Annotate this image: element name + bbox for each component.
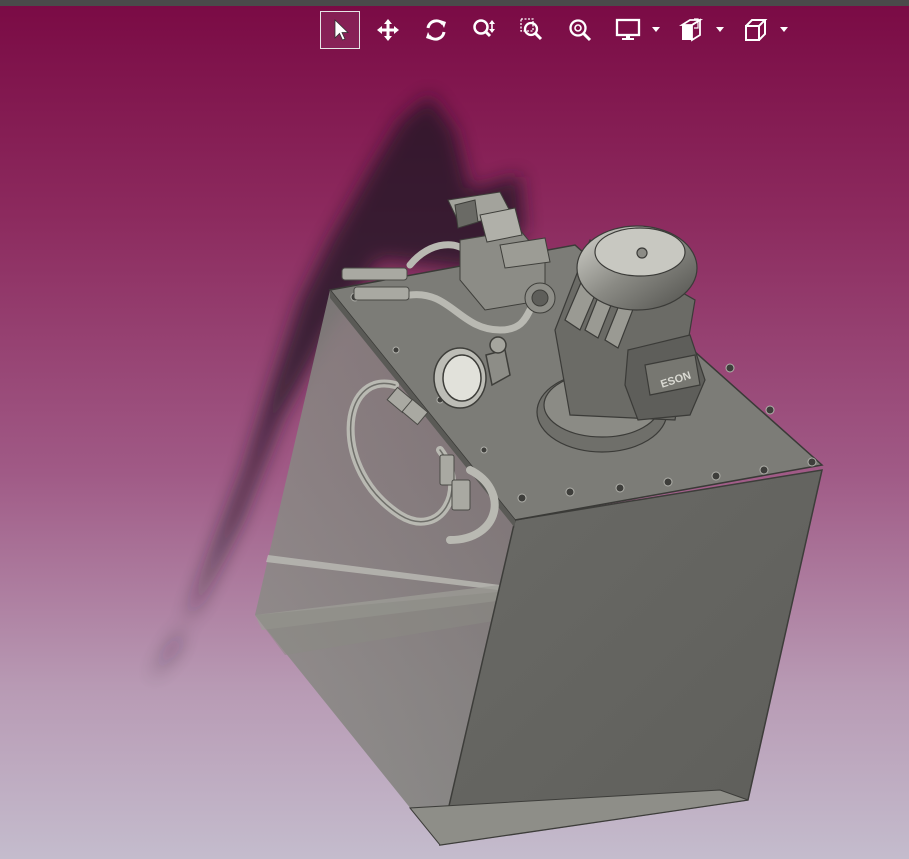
display-mode-dropdown[interactable] — [650, 20, 662, 40]
zoom-updown-icon — [473, 19, 495, 38]
display-mode-button[interactable] — [608, 11, 648, 49]
arrow-cursor-icon — [334, 19, 349, 41]
rotate-tool-button[interactable] — [416, 11, 456, 49]
section-view-group — [672, 11, 726, 49]
rotate-icon — [426, 19, 446, 41]
section-view-icon — [679, 18, 704, 42]
zoom-window-icon — [520, 18, 543, 41]
chevron-down-icon — [716, 27, 724, 32]
section-view-button[interactable] — [672, 11, 712, 49]
view-toolbar — [320, 10, 800, 50]
zoom-fit-icon — [569, 19, 592, 42]
cube-icon — [745, 19, 768, 41]
chevron-down-icon — [780, 27, 788, 32]
view-orientation-button[interactable] — [736, 11, 776, 49]
display-mode-group — [608, 11, 662, 49]
view-orientation-dropdown[interactable] — [778, 20, 790, 40]
monitor-icon — [615, 18, 641, 40]
move-icon — [377, 19, 399, 41]
pan-tool-button[interactable] — [368, 11, 408, 49]
chevron-down-icon — [652, 27, 660, 32]
zoom-dynamic-button[interactable] — [464, 11, 504, 49]
section-view-dropdown[interactable] — [714, 20, 726, 40]
select-tool-button[interactable] — [320, 11, 360, 49]
model-scene[interactable]: ESON — [0, 0, 909, 859]
zoom-window-button[interactable] — [512, 11, 552, 49]
view-orientation-group — [736, 11, 790, 49]
3d-viewport[interactable]: ESON — [0, 0, 909, 859]
zoom-fit-button[interactable] — [560, 11, 600, 49]
